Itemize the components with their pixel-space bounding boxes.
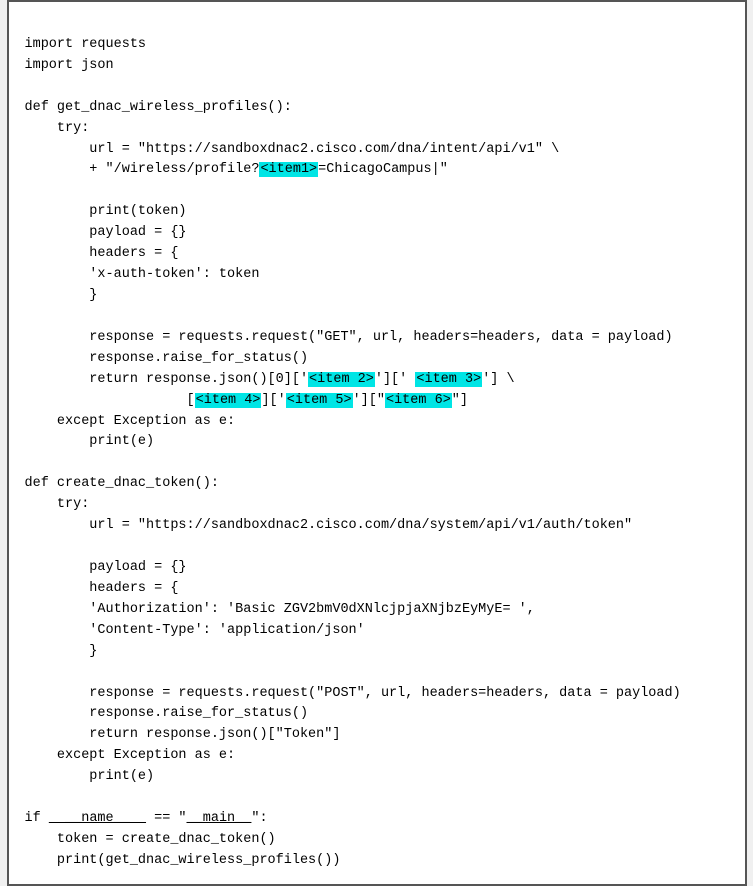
dunder-name: __name__ <box>49 811 146 826</box>
item5-highlight: <item 5> <box>286 393 353 408</box>
line-1: import requests import json def get_dnac… <box>25 37 681 868</box>
item4-highlight: <item 4> <box>195 393 262 408</box>
dunder-main: __main__ <box>187 811 252 826</box>
item6-highlight: <item 6> <box>385 393 452 408</box>
item1-highlight: <item1> <box>259 162 318 177</box>
code-block: import requests import json def get_dnac… <box>7 0 747 886</box>
item3-highlight: <item 3> <box>415 372 482 387</box>
item2-highlight: <item 2> <box>308 372 375 387</box>
